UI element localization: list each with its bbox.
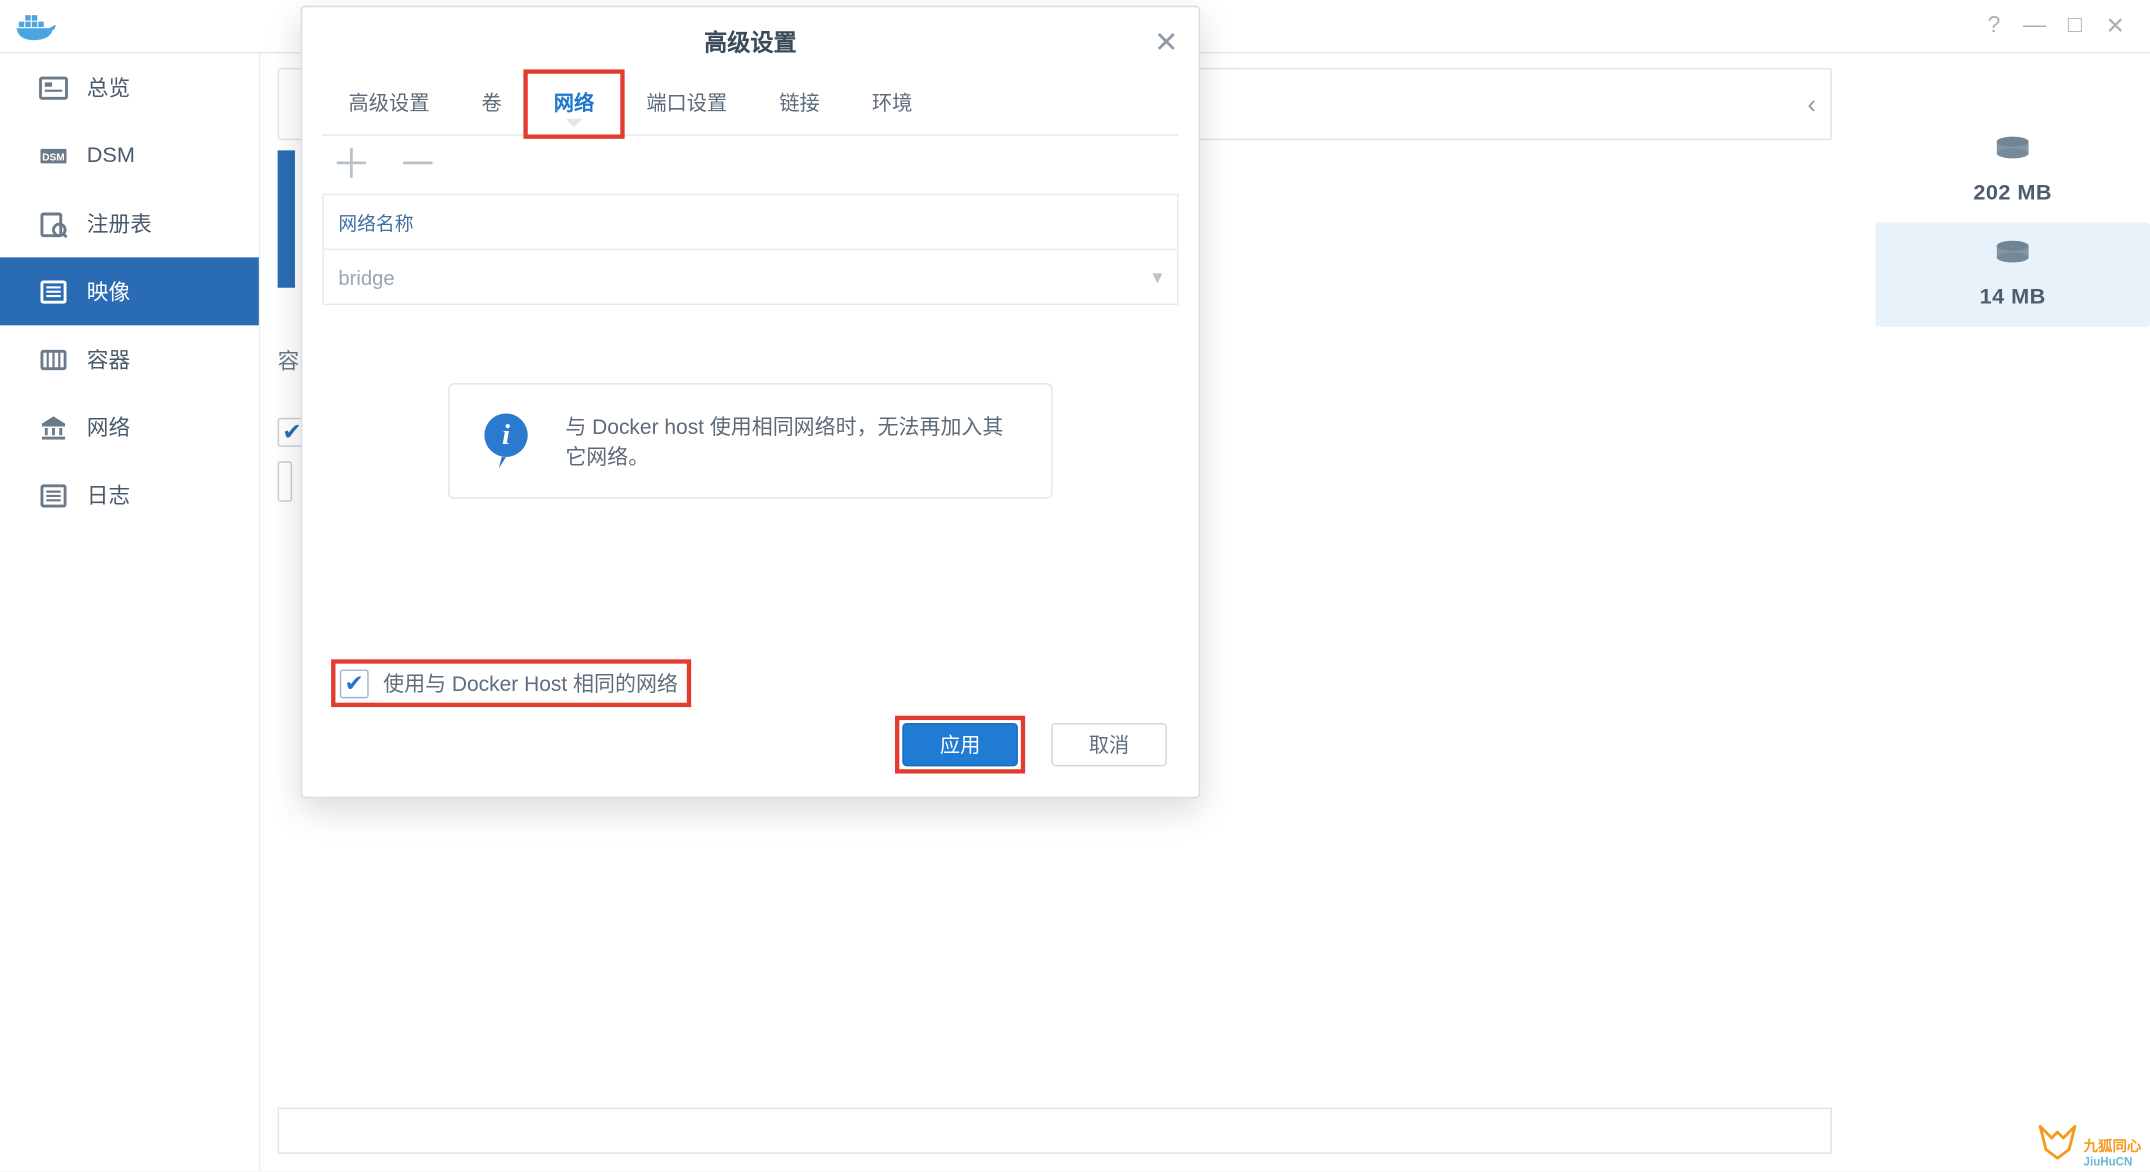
remove-button[interactable]: －: [398, 150, 439, 179]
use-host-network-label: 使用与 Docker Host 相同的网络: [383, 668, 678, 698]
sidebar-item-log[interactable]: 日志: [0, 461, 259, 529]
info-icon: i: [479, 411, 540, 472]
sidebar-item-overview[interactable]: 总览: [0, 53, 259, 121]
sidebar-item-label: DSM: [87, 143, 135, 168]
svg-text:i: i: [502, 419, 510, 451]
watermark: 九狐同心 JiuHuCN: [2037, 1123, 2141, 1168]
sidebar-item-dsm[interactable]: DSM DSM: [0, 121, 259, 189]
tab-volume[interactable]: 卷: [455, 74, 527, 135]
sidebar-item-network[interactable]: 网络: [0, 393, 259, 461]
content-blue-header: [278, 150, 295, 287]
tab-network[interactable]: 网络: [528, 74, 621, 135]
advanced-settings-modal: 高级设置 ✕ 高级设置 卷 网络 端口设置 链接 环境 ＋ － 网络名称 bri…: [301, 6, 1200, 798]
dsm-icon: DSM: [38, 140, 70, 172]
fox-icon: [2037, 1123, 2077, 1168]
info-box: i 与 Docker host 使用相同网络时，无法再加入其它网络。: [448, 383, 1052, 499]
sidebar-item-label: 注册表: [87, 208, 152, 238]
content-input-fragment: [278, 461, 292, 501]
close-window-button[interactable]: ✕: [2095, 6, 2135, 46]
disk-stack-icon: [1992, 240, 2032, 276]
overview-icon: [38, 72, 70, 104]
sidebar-item-label: 映像: [87, 276, 130, 306]
docker-logo-icon: [14, 10, 57, 42]
content-row-label: 容: [278, 346, 300, 376]
svg-text:DSM: DSM: [42, 152, 64, 163]
watermark-line2: JiuHuCN: [2084, 1155, 2142, 1168]
use-host-network-checkbox[interactable]: ✔: [340, 669, 369, 698]
tab-advanced[interactable]: 高级设置: [322, 74, 455, 135]
maximize-button[interactable]: □: [2055, 6, 2095, 46]
registry-icon: [38, 207, 70, 239]
sidebar-item-label: 网络: [87, 412, 130, 442]
modal-close-icon[interactable]: ✕: [1154, 25, 1178, 61]
tab-env[interactable]: 环境: [846, 74, 939, 135]
sidebar-item-label: 容器: [87, 344, 130, 374]
storage-column: 202 MB 14 MB: [1875, 119, 2150, 327]
storage-size: 202 MB: [1973, 181, 2052, 206]
storage-size: 14 MB: [1980, 285, 2046, 310]
image-icon: [38, 275, 70, 307]
storage-card[interactable]: 14 MB: [1875, 223, 2150, 327]
add-button[interactable]: ＋: [331, 150, 372, 179]
use-host-network-row[interactable]: ✔ 使用与 Docker Host 相同的网络: [340, 668, 678, 698]
chevron-down-icon: ▾: [1152, 265, 1162, 290]
sidebar-item-label: 总览: [87, 72, 130, 102]
network-select[interactable]: bridge ▾: [322, 249, 1178, 305]
sidebar-item-container[interactable]: 容器: [0, 325, 259, 393]
network-list-header: 网络名称: [322, 194, 1178, 249]
modal-tabs: 高级设置 卷 网络 端口设置 链接 环境: [322, 74, 1178, 136]
tab-port[interactable]: 端口设置: [620, 74, 753, 135]
content-footer-fragment: [278, 1108, 1832, 1154]
cancel-button[interactable]: 取消: [1051, 723, 1167, 766]
sidebar-item-registry[interactable]: 注册表: [0, 189, 259, 257]
back-icon[interactable]: ‹: [1807, 90, 1816, 120]
apply-button[interactable]: 应用: [902, 723, 1018, 766]
modal-title: 高级设置: [704, 23, 797, 58]
modal-footer: 应用 取消: [895, 716, 1167, 774]
watermark-line1: 九狐同心: [2084, 1141, 2142, 1155]
info-text: 与 Docker host 使用相同网络时，无法再加入其它网络。: [565, 411, 1022, 472]
log-icon: [38, 479, 70, 511]
tab-link[interactable]: 链接: [753, 74, 846, 135]
network-icon: [38, 411, 70, 443]
network-select-value: bridge: [338, 265, 394, 288]
modal-header: 高级设置 ✕: [302, 7, 1198, 74]
minimize-button[interactable]: —: [2014, 6, 2054, 46]
modal-toolbar: ＋ －: [302, 136, 1198, 188]
sidebar: 总览 DSM DSM 注册表 映像 容器 网络 日志: [0, 53, 260, 1171]
sidebar-item-label: 日志: [87, 480, 130, 510]
disk-stack-icon: [1992, 136, 2032, 172]
storage-card[interactable]: 202 MB: [1875, 119, 2150, 223]
help-button[interactable]: ?: [1974, 6, 2014, 46]
container-icon: [38, 343, 70, 375]
sidebar-item-image[interactable]: 映像: [0, 257, 259, 325]
